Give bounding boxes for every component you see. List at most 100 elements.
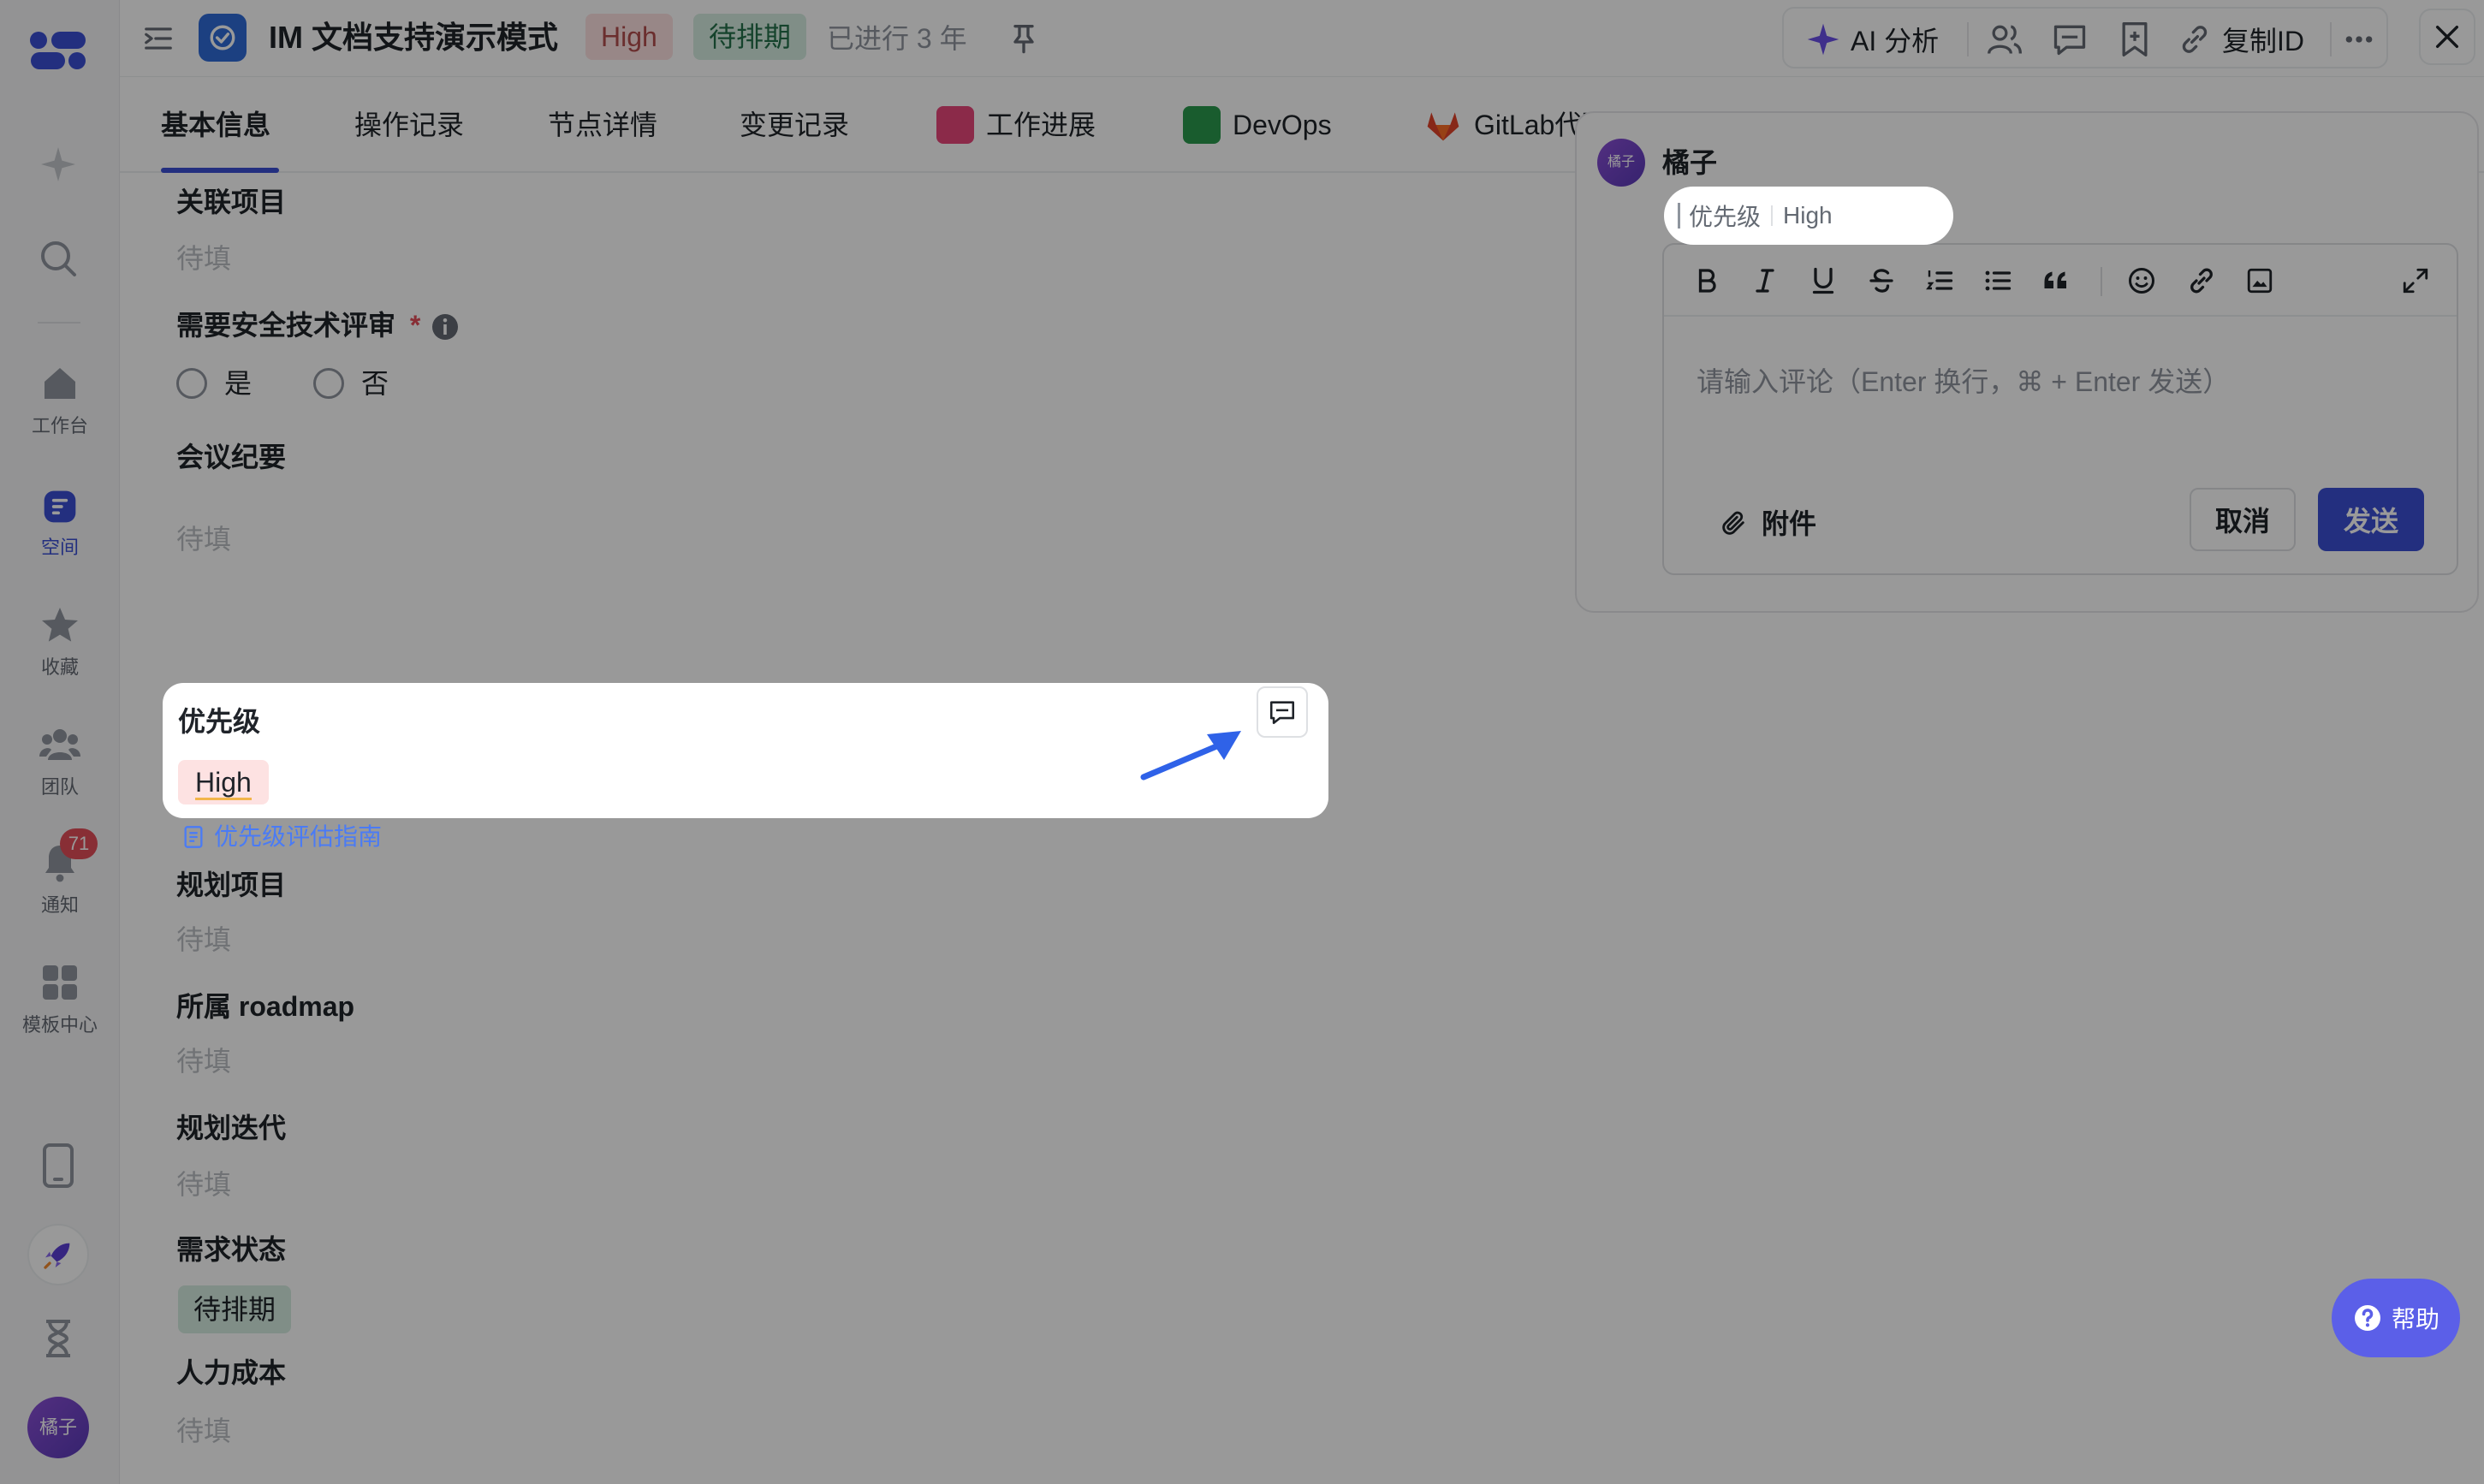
editor-separator (2101, 267, 2102, 296)
comment-user-name: 橘子 (1662, 147, 1718, 178)
sidebar-item-space[interactable]: 空间 (0, 488, 120, 560)
app-logo-icon[interactable] (29, 31, 87, 70)
field-value-meeting-notes[interactable]: 待填 (176, 520, 231, 558)
comment-icon (1269, 701, 1295, 725)
image-icon[interactable] (2241, 262, 2279, 300)
hourglass-icon[interactable] (39, 1318, 77, 1359)
space-icon (44, 490, 76, 523)
ai-analysis-button[interactable]: AI 分析 (1806, 21, 1939, 58)
field-label-labor-cost: 人力成本 (176, 1357, 287, 1388)
comment-user-avatar: 橘子 (1597, 139, 1645, 187)
tab-devops[interactable]: DevOps (1183, 104, 1332, 145)
rocket-button[interactable] (27, 1224, 89, 1285)
field-label-roadmap: 所属 roadmap (176, 991, 355, 1022)
sidebar-item-templates[interactable]: 模板中心 (0, 962, 120, 1037)
field-label-related-project: 关联项目 (176, 187, 287, 217)
sidebar-item-label: 模板中心 (21, 1014, 98, 1036)
user-avatar[interactable]: 橘子 (27, 1397, 89, 1458)
gitlab-icon (1427, 112, 1459, 141)
quote-bar (1678, 203, 1680, 229)
more-icon[interactable] (2342, 21, 2376, 58)
sidebar-divider (38, 322, 80, 324)
tab-label: 基本信息 (161, 110, 271, 140)
arrow-pointer-icon (1140, 731, 1241, 781)
info-icon[interactable] (430, 312, 461, 342)
tab-operation-log[interactable]: 操作记录 (354, 104, 464, 145)
insert-link-icon[interactable] (2183, 262, 2220, 300)
mobile-icon[interactable] (39, 1143, 77, 1188)
field-value-related-project[interactable]: 待填 (176, 240, 231, 277)
tab-work-progress[interactable]: 工作进展 (936, 104, 1096, 145)
toolbar-separator (2330, 22, 2332, 56)
page-title: IM 文档支持演示模式 (269, 20, 558, 55)
field-value-labor-cost[interactable]: 待填 (176, 1412, 231, 1450)
bold-icon[interactable] (1688, 262, 1726, 300)
ordered-list-icon[interactable] (1921, 262, 1958, 300)
field-label-iteration: 规划迭代 (176, 1113, 287, 1143)
underline-icon[interactable] (1804, 262, 1842, 300)
template-icon (43, 965, 77, 1000)
tab-label: 节点详情 (548, 110, 658, 140)
priority-guide-label: 优先级评估指南 (214, 823, 383, 850)
quote-divider (1771, 205, 1774, 226)
bookmark-add-icon[interactable] (2116, 21, 2154, 58)
emoji-icon[interactable] (2123, 262, 2160, 300)
collapse-sidebar-icon[interactable] (142, 22, 175, 55)
label-text: 需要安全技术评审 (176, 310, 396, 341)
radio-no[interactable] (313, 368, 344, 399)
help-label: 帮助 (2391, 1306, 2439, 1333)
send-button[interactable]: 发送 (2318, 488, 2424, 551)
priority-value-tag[interactable]: High (178, 760, 269, 804)
search-icon[interactable] (38, 238, 79, 279)
comment-editor: 请输入评论（Enter 换行，⌘ + Enter 发送） 附件 取消 发送 (1662, 243, 2458, 575)
strikethrough-icon[interactable] (1863, 262, 1900, 300)
req-status-tag[interactable]: 待排期 (178, 1285, 292, 1333)
paperclip-icon (1722, 511, 1744, 535)
sidebar-item-team[interactable]: 团队 (0, 724, 120, 799)
tab-basic-info[interactable]: 基本信息 (161, 104, 270, 145)
team-icon (39, 729, 80, 760)
sidebar: 工作台 空间 收藏 团队 通知 71 模板中心 橘子 (0, 0, 120, 1484)
tab-node-details[interactable]: 节点详情 (548, 104, 657, 145)
radio-yes-label: 是 (224, 368, 253, 399)
expand-icon[interactable] (2397, 262, 2434, 300)
sidebar-item-workbench[interactable]: 工作台 (0, 363, 120, 438)
tab-change-log[interactable]: 变更记录 (740, 104, 849, 145)
help-icon (2354, 1305, 2380, 1331)
header-toolbar: AI 分析 复制ID (1782, 7, 2388, 68)
field-value-iteration[interactable]: 待填 (176, 1166, 231, 1203)
comment-icon[interactable] (2051, 21, 2089, 58)
cancel-button[interactable]: 取消 (2190, 488, 2296, 551)
quote-icon[interactable] (2037, 262, 2075, 300)
attach-button[interactable]: 附件 (1719, 505, 1816, 543)
bullet-list-icon[interactable] (1979, 262, 2017, 300)
field-value-planned-project[interactable]: 待填 (176, 921, 231, 959)
sidebar-item-label: 通知 (40, 894, 79, 916)
work-item-type-icon (199, 14, 247, 62)
pin-icon[interactable] (1007, 21, 1041, 55)
add-comment-button[interactable] (1257, 686, 1308, 738)
italic-icon[interactable] (1746, 262, 1784, 300)
priority-tag[interactable]: High (585, 14, 673, 60)
copy-id-button[interactable]: 复制ID (2178, 21, 2304, 58)
sidebar-item-notifications[interactable]: 通知 (0, 842, 120, 917)
help-button[interactable]: 帮助 (2332, 1279, 2460, 1357)
document-icon (184, 826, 203, 848)
field-label-meeting-notes: 会议纪要 (176, 442, 287, 472)
toolbar-separator (1967, 22, 1969, 56)
sidebar-item-label: 工作台 (31, 415, 88, 436)
rocket-icon (44, 1243, 70, 1269)
sidebar-item-favorites[interactable]: 收藏 (0, 604, 120, 680)
radio-yes[interactable] (176, 368, 207, 399)
close-button[interactable] (2419, 9, 2475, 65)
members-icon[interactable] (1986, 21, 2023, 58)
field-label-planned-project: 规划项目 (176, 870, 287, 900)
tab-label: 工作进展 (986, 110, 1096, 140)
field-value-roadmap[interactable]: 待填 (176, 1042, 231, 1080)
comment-input[interactable]: 请输入评论（Enter 换行，⌘ + Enter 发送） (1697, 363, 2230, 401)
tab-label: 变更记录 (740, 110, 850, 140)
notification-badge: 71 (60, 828, 98, 859)
status-tag[interactable]: 待排期 (693, 14, 807, 60)
priority-guide-link[interactable]: 优先级评估指南 (181, 820, 382, 854)
sparkle-icon[interactable] (38, 144, 79, 185)
